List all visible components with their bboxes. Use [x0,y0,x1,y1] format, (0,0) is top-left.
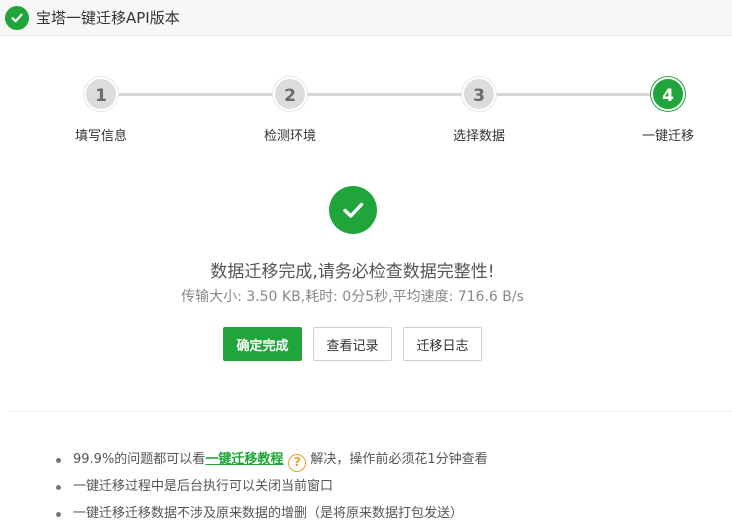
step-number: 4 [651,77,685,111]
step-1: 1 填写信息 [41,77,161,144]
step-label: 选择数据 [452,129,505,144]
step-3: 3 选择数据 [419,77,539,144]
action-buttons: 确定完成 查看记录 迁移日志 [0,327,705,361]
list-item: 一键迁移过程中是后台执行可以关闭当前窗口 [56,477,726,504]
transfer-stats: 传输大小: 3.50 KB,耗时: 0分5秒,平均速度: 716.6 B/s [181,289,524,305]
step-number: 1 [84,77,118,111]
window-header: 宝塔一键迁移API版本 [0,0,732,36]
window-title: 宝塔一键迁移API版本 [36,9,180,27]
step-number: 2 [273,77,307,111]
tips-list: 99.9%的问题都可以看一键迁移教程? 解决，操作前必须花1分钟查看 一键迁移过程… [56,450,726,531]
view-records-button[interactable]: 查看记录 [313,327,392,361]
step-label: 填写信息 [74,129,127,144]
tip-text: 解决，操作前必须花1分钟查看 [310,452,488,467]
confirm-button[interactable]: 确定完成 [223,327,302,361]
tip-text: 99.9%的问题都可以看 [73,452,206,467]
tip-text: 一键迁移过程中是后台执行可以关闭当前窗口 [73,479,334,494]
success-check-icon [329,186,377,234]
tip-text: 一键迁移迁移数据不涉及原来数据的增删（是将原来数据打包发送） [73,506,464,521]
list-item: 99.9%的问题都可以看一键迁移教程? 解决，操作前必须花1分钟查看 [56,450,726,477]
list-item: 一键迁移迁移数据不涉及原来数据的增删（是将原来数据打包发送） [56,504,726,531]
step-label: 检测环境 [263,129,316,144]
tutorial-link[interactable]: 一键迁移教程 [205,452,283,467]
step-number: 3 [462,77,496,111]
check-circle-icon [5,5,29,30]
step-label: 一键迁移 [641,129,694,144]
step-4: 4 一键迁移 [608,77,728,144]
step-2: 2 检测环境 [230,77,350,144]
question-icon[interactable]: ? [288,454,307,472]
result-title: 数据迁移完成,请务必检查数据完整性! [210,262,495,282]
divider [8,411,732,412]
migration-log-button[interactable]: 迁移日志 [403,327,482,361]
